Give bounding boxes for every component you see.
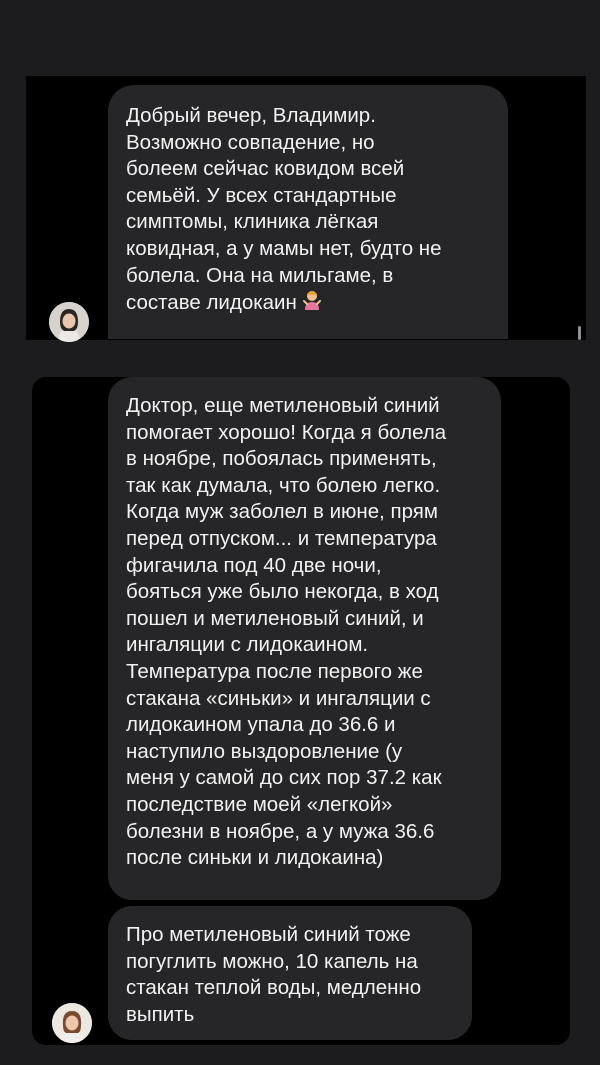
message-line: Когда муж заболел в июне, прям xyxy=(126,500,438,524)
scrollbar-indicator[interactable] xyxy=(578,326,581,340)
message-line: меня у самой до сих пор 37.2 как xyxy=(126,766,442,790)
message-line: стакана «синьки» и ингаляции с xyxy=(126,686,431,710)
message-line: наступило выздоровление (у xyxy=(126,739,403,763)
message-line: погуглить можно, 10 капель на xyxy=(126,949,418,973)
message-line: болезни в ноябре, а у мужа 36.6 xyxy=(126,819,435,843)
message-line: так как думала, что болею легко. xyxy=(126,473,441,497)
message-line: Про метиленовый синий тоже xyxy=(126,923,411,946)
message-line: Добрый вечер, Владимир. xyxy=(126,104,376,127)
person-shrugging-icon xyxy=(301,289,323,319)
avatar[interactable] xyxy=(52,1003,92,1043)
avatar-icon xyxy=(52,1003,92,1043)
message-line: болела. Она на мильгаме, в xyxy=(126,263,394,287)
avatar[interactable] xyxy=(49,302,89,342)
avatar-icon xyxy=(49,302,89,342)
message-line: после синьки и лидокаина) xyxy=(126,846,384,870)
message-line: ковидная, а у мамы нет, будто не xyxy=(126,236,442,260)
message-line: стакан теплой воды, медленно xyxy=(126,976,422,1000)
message-bubble-3[interactable]: Про метиленовый синий тоже погуглить мож… xyxy=(108,906,472,1040)
message-bubble-1[interactable]: Добрый вечер, Владимир. Возможно совпаде… xyxy=(108,85,508,339)
message-line: бояться уже было некогда, в ход xyxy=(126,580,439,604)
message-line: Возможно совпадение, но xyxy=(126,130,375,154)
message-line: в ноябре, побоялась применять, xyxy=(126,447,437,471)
message-line: последствие моей «легкой» xyxy=(126,792,393,816)
message-line: пошел и метиленовый синий, и xyxy=(126,606,424,630)
message-bubble-2[interactable]: Доктор, еще метиленовый синий помогает х… xyxy=(108,377,501,900)
message-line-text: составе лидокаин xyxy=(126,291,297,315)
message-line: помогает хорошо! Когда я болела xyxy=(126,420,447,444)
message-line: Температура после первого же xyxy=(126,659,423,683)
message-line: семьёй. У всех стандартные xyxy=(126,183,397,207)
message-line: выпить xyxy=(126,1002,195,1026)
message-line: перед отпуском... и температура xyxy=(126,526,437,550)
message-line-last: составе лидокаин xyxy=(126,289,490,319)
message-line: лидокаином упала до 36.6 и xyxy=(126,713,396,737)
message-line: фигачила под 40 две ночи, xyxy=(126,553,382,577)
message-line: ингаляции с лидокаином. xyxy=(126,633,369,657)
message-line: симптомы, клиника лёгкая xyxy=(126,210,379,234)
message-line: болеем сейчас ковидом всей xyxy=(126,157,405,181)
message-line: Доктор, еще метиленовый синий xyxy=(126,394,440,417)
